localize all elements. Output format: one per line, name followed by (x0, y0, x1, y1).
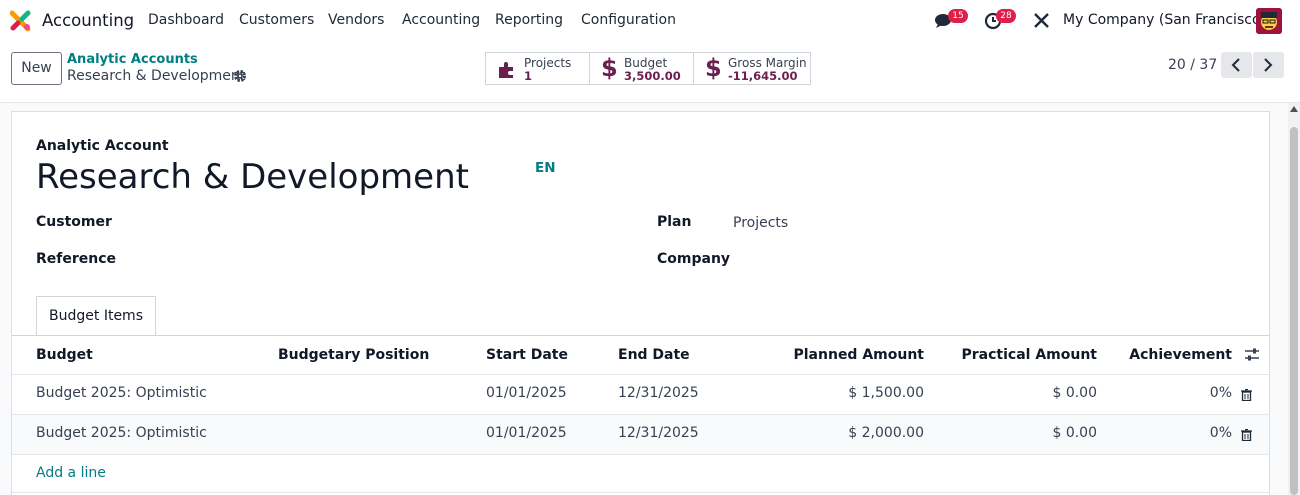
control-panel: New Analytic Accounts Research & Develop… (0, 42, 1300, 103)
cell-budget[interactable]: Budget 2025: Optimistic (36, 425, 207, 441)
optional-columns-icon[interactable] (1245, 348, 1259, 361)
col-achievement[interactable]: Achievement (1082, 347, 1232, 363)
reference-label: Reference (36, 251, 117, 267)
menu-customers[interactable]: Customers (239, 12, 314, 28)
menu-dashboard[interactable]: Dashboard (148, 12, 224, 28)
col-budget[interactable]: Budget (36, 347, 93, 363)
menu-reporting[interactable]: Reporting (495, 12, 563, 28)
breadcrumb-parent-link[interactable]: Analytic Accounts (67, 52, 198, 67)
new-button[interactable]: New (11, 52, 62, 85)
scroll-up-icon[interactable] (1290, 106, 1298, 112)
budget-smart-button[interactable]: $ Budget 3,500.00 (589, 52, 694, 85)
dollar-icon: $ (705, 54, 722, 82)
cell-end-date[interactable]: 12/31/2025 (618, 385, 699, 401)
puzzle-icon (499, 62, 513, 78)
cell-planned-amount[interactable]: $ 1,500.00 (774, 385, 924, 401)
row-divider (12, 454, 1269, 455)
scrollbar-track[interactable] (1288, 103, 1300, 495)
company-switcher[interactable]: My Company (San Francisco) (1063, 12, 1266, 28)
cell-budget[interactable]: Budget 2025: Optimistic (36, 385, 207, 401)
plan-label: Plan (657, 214, 692, 230)
avatar-face-icon (1256, 8, 1282, 34)
chevron-left-icon (1231, 58, 1240, 72)
menu-accounting[interactable]: Accounting (402, 12, 480, 28)
col-start-date[interactable]: Start Date (486, 347, 568, 363)
menu-configuration[interactable]: Configuration (581, 12, 676, 28)
menu-vendors[interactable]: Vendors (328, 12, 384, 28)
delete-row-icon[interactable] (1241, 429, 1252, 441)
app-name[interactable]: Accounting (42, 11, 134, 30)
gross-margin-value: -11,645.00 (728, 69, 798, 83)
app-logo-icon[interactable] (10, 10, 32, 32)
top-navbar: Accounting Dashboard Customers Vendors A… (0, 0, 1300, 42)
col-end-date[interactable]: End Date (618, 347, 690, 363)
pager-value[interactable]: 20 / 37 (1168, 57, 1217, 73)
customer-label: Customer (36, 214, 112, 230)
pager-next-button[interactable] (1253, 52, 1284, 78)
projects-value: 1 (524, 69, 533, 83)
col-budgetary-position[interactable]: Budgetary Position (278, 347, 429, 363)
activities-badge: 28 (996, 9, 1016, 23)
breadcrumb-current: Research & Development (67, 68, 246, 84)
cell-start-date[interactable]: 01/01/2025 (486, 425, 567, 441)
projects-smart-button[interactable]: Projects 1 (485, 52, 590, 85)
company-label: Company (657, 251, 731, 267)
col-planned-amount[interactable]: Planned Amount (774, 347, 925, 363)
chevron-right-icon (1264, 58, 1273, 72)
table-bottom-divider (12, 492, 1269, 493)
cell-planned-amount[interactable]: $ 2,000.00 (774, 425, 924, 441)
form-sheet: Analytic Account Research & Development … (11, 111, 1270, 495)
projects-label: Projects (524, 56, 572, 70)
cell-achievement[interactable]: 0% (1082, 385, 1232, 401)
gross-margin-label: Gross Margin (728, 56, 807, 70)
pager-previous-button[interactable] (1221, 52, 1252, 78)
budget-value: 3,500.00 (624, 69, 681, 83)
cell-practical-amount[interactable]: $ 0.00 (947, 425, 1097, 441)
gross-margin-smart-button[interactable]: $ Gross Margin -11,645.00 (693, 52, 811, 85)
tab-budget-items[interactable]: Budget Items (36, 296, 156, 336)
language-button[interactable]: EN (535, 160, 556, 176)
tab-divider (12, 335, 1269, 336)
name-label: Analytic Account (36, 138, 169, 154)
user-avatar[interactable] (1256, 8, 1282, 34)
scrollbar-thumb[interactable] (1290, 127, 1298, 495)
cell-practical-amount[interactable]: $ 0.00 (947, 385, 1097, 401)
budget-label: Budget (624, 56, 668, 70)
plan-field[interactable]: Projects (733, 215, 788, 231)
delete-row-icon[interactable] (1241, 389, 1252, 401)
tools-icon[interactable] (1033, 12, 1050, 29)
add-line-link[interactable]: Add a line (36, 465, 106, 481)
account-name-field[interactable]: Research & Development (36, 157, 469, 197)
cell-start-date[interactable]: 01/01/2025 (486, 385, 567, 401)
cell-end-date[interactable]: 12/31/2025 (618, 425, 699, 441)
col-practical-amount[interactable]: Practical Amount (947, 347, 1098, 363)
gear-icon[interactable] (233, 69, 247, 83)
messages-badge: 15 (948, 9, 968, 23)
cell-achievement[interactable]: 0% (1082, 425, 1232, 441)
dollar-icon: $ (601, 54, 618, 82)
